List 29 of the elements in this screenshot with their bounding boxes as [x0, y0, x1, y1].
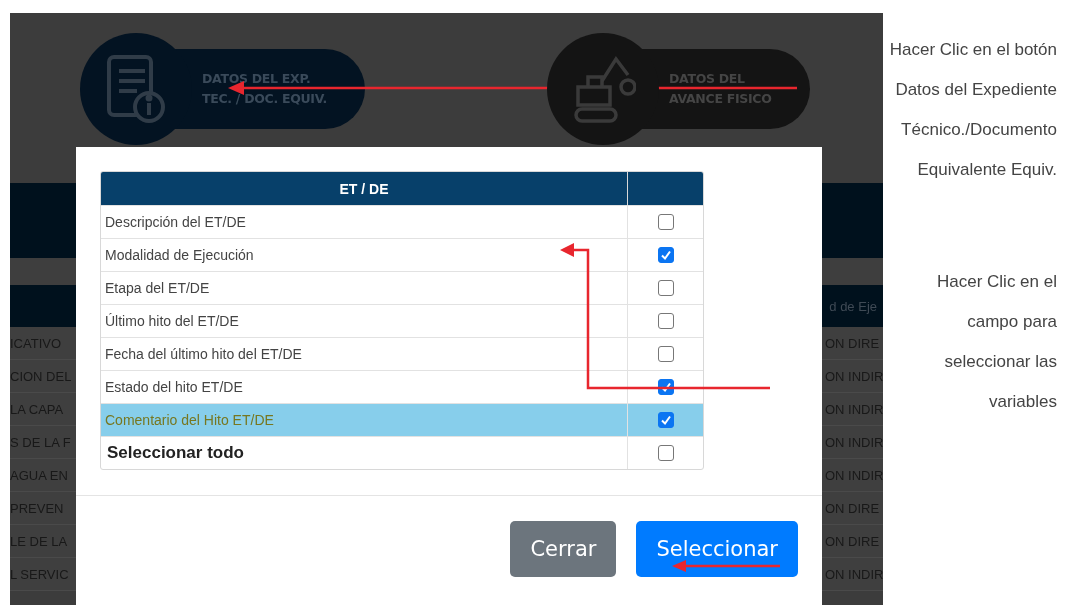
variable-label: Descripción del ET/DE: [105, 214, 246, 230]
column-header: d de Eje: [829, 298, 877, 314]
checkbox[interactable]: [657, 445, 674, 461]
check-icon: [659, 414, 672, 426]
checkbox[interactable]: [657, 214, 674, 230]
variable-label: Fecha del último hito del ET/DE: [105, 346, 302, 362]
checkbox[interactable]: [657, 412, 674, 428]
select-button[interactable]: Seleccionar: [636, 521, 798, 577]
variable-label: Estado del hito ET/DE: [105, 379, 243, 395]
variable-label: Modalidad de Ejecución: [105, 247, 254, 263]
variable-row[interactable]: Descripción del ET/DE: [101, 205, 703, 238]
checkbox[interactable]: [657, 346, 674, 362]
checkbox[interactable]: [657, 247, 674, 263]
document-info-icon: [105, 53, 167, 125]
variable-label: Último hito del ET/DE: [105, 313, 239, 329]
checkbox[interactable]: [657, 313, 674, 329]
close-button[interactable]: Cerrar: [510, 521, 617, 577]
variable-label: Comentario del Hito ET/DE: [105, 412, 274, 428]
check-icon: [659, 249, 672, 261]
variable-row[interactable]: Modalidad de Ejecución: [101, 238, 703, 271]
annotation-text: Hacer Clic en el campo para seleccionar las variables: [936, 271, 1058, 413]
variable-row[interactable]: Etapa del ET/DE: [101, 271, 703, 304]
variable-label: Etapa del ET/DE: [105, 280, 210, 296]
variable-row[interactable]: Último hito del ET/DE: [101, 304, 703, 337]
table-header: ET / DE: [101, 172, 628, 205]
checkbox[interactable]: [657, 280, 674, 296]
variable-row[interactable]: Fecha del último hito del ET/DE: [101, 337, 703, 370]
annotation-text: Hacer Clic en el botón Datos del Expediente Técnico./Documento Equivalente Equiv.: [888, 39, 1058, 181]
select-all-label: Seleccionar todo: [106, 443, 244, 463]
